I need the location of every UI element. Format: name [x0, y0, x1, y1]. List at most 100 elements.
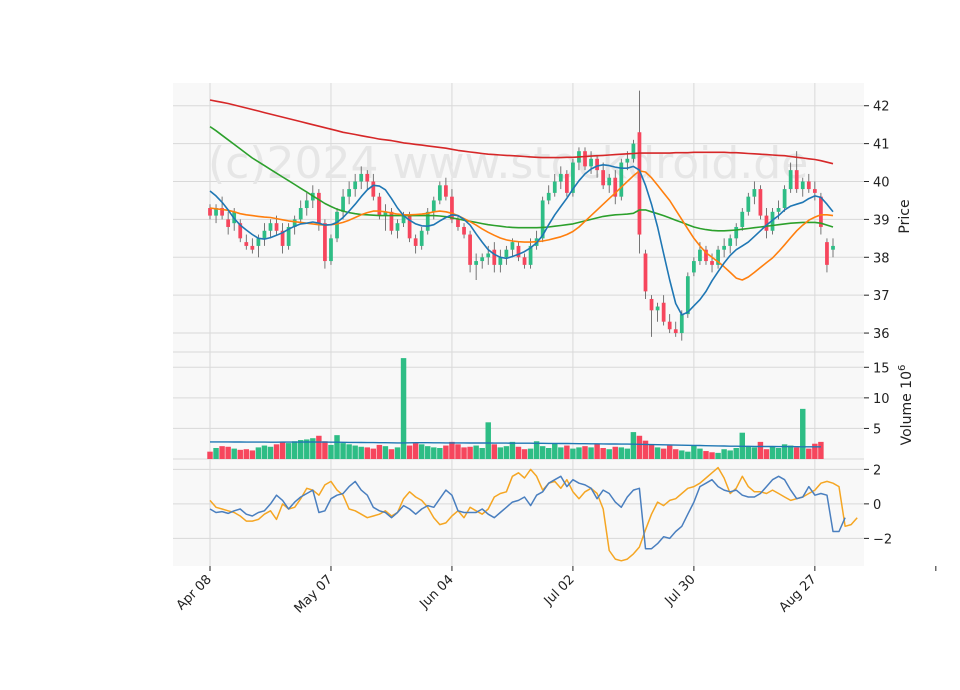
volume-bar: [273, 444, 280, 459]
candle-body: [685, 276, 690, 315]
candle-body: [431, 200, 436, 212]
candle-body: [625, 158, 630, 163]
volume-bar: [648, 444, 655, 459]
candle-body: [504, 249, 509, 258]
candle-body: [304, 200, 309, 209]
volume-bar: [612, 446, 618, 459]
candle-body: [268, 223, 273, 231]
volume-bar: [328, 444, 334, 459]
watermark: (c)2024 www.stockdroid.de: [208, 138, 808, 189]
volume-bar: [340, 443, 346, 459]
candle-body: [758, 189, 763, 216]
candle-body: [371, 181, 376, 197]
volume-bar: [793, 447, 800, 459]
volume-bar: [582, 446, 588, 459]
volume-axis-title: Volume 106: [897, 365, 915, 446]
candle-body: [347, 189, 351, 197]
candle-body: [649, 298, 654, 311]
candle-body: [419, 230, 424, 246]
volume-bar: [527, 448, 534, 459]
candle-body: [498, 257, 503, 265]
x-tick-label: May 07: [292, 572, 336, 616]
candle-body: [698, 249, 702, 262]
volume-bar: [715, 452, 721, 459]
volume-bar: [606, 449, 612, 459]
volume-bar: [207, 451, 213, 459]
candle-body: [607, 177, 612, 186]
candle-body: [655, 306, 660, 311]
oscillator-y-tick-label: −2: [873, 532, 892, 547]
candle-body: [298, 208, 303, 220]
candle-body: [456, 219, 460, 227]
volume-bar: [545, 447, 552, 459]
volume-axis-unit-exp: 6: [897, 365, 908, 371]
candle-body: [256, 238, 261, 246]
volume-bar: [279, 441, 286, 459]
candle-body: [323, 223, 327, 262]
volume-bar: [382, 446, 389, 459]
volume-bar: [594, 444, 600, 459]
volume-y-tick-label: 15: [873, 361, 890, 376]
volume-bar: [473, 445, 479, 459]
volume-bar: [703, 451, 709, 459]
volume-axis-unit-base: 10: [899, 371, 915, 389]
volume-bar: [757, 441, 764, 459]
volume-bar: [334, 435, 340, 459]
price-y-tick-label: 40: [873, 176, 890, 191]
candle-body: [444, 185, 448, 197]
candle-body: [740, 211, 745, 227]
candle-body: [643, 253, 648, 292]
volume-bar: [370, 448, 377, 459]
candle-body: [522, 257, 527, 265]
candle-body: [395, 223, 400, 231]
candle-body: [583, 151, 587, 167]
candle-body: [806, 181, 811, 190]
candle-body: [734, 226, 739, 239]
volume-bar: [352, 445, 358, 459]
stock-chart: (c)2024 www.stockdroid.de 36 37 38 39 40 41 42…: [173, 83, 937, 616]
candle-body: [341, 196, 345, 212]
candle-body: [788, 170, 793, 190]
candle-body: [486, 253, 491, 258]
volume-bar: [654, 447, 661, 459]
oscillator-y-tick-label: 2: [873, 463, 881, 478]
volume-y-tick-label: 10: [873, 392, 890, 407]
volume-bar: [733, 447, 739, 459]
candle-body: [794, 170, 799, 190]
candle-body: [546, 192, 551, 201]
volume-bar: [564, 445, 570, 459]
volume-bar: [455, 444, 461, 459]
candle-body: [389, 211, 394, 231]
candle-body: [437, 185, 442, 201]
volume-bar: [479, 447, 485, 459]
candle-body: [800, 181, 805, 190]
candle-body: [812, 189, 817, 193]
volume-bar: [497, 447, 504, 459]
volume-bar: [219, 446, 225, 459]
volume-bar: [618, 447, 625, 459]
candle-body: [262, 230, 267, 239]
candle-body: [316, 192, 321, 224]
volume-bar: [431, 447, 437, 459]
volume-bar: [800, 408, 806, 459]
price-y-tick-label: 38: [873, 251, 890, 266]
candle-body: [728, 238, 733, 246]
volume-bar: [509, 441, 516, 459]
volume-bar: [400, 358, 407, 459]
volume-bar: [691, 445, 697, 459]
volume-bar: [515, 446, 522, 459]
volume-bar: [449, 441, 455, 459]
candle-body: [667, 321, 672, 330]
candle-body: [776, 208, 781, 212]
price-y-tick-label: 36: [873, 327, 890, 342]
volume-bar: [727, 450, 733, 459]
volume-bar: [243, 449, 250, 459]
volume-bar: [376, 444, 383, 459]
candle-body: [335, 211, 339, 239]
candle-body: [595, 158, 599, 171]
candle-body: [425, 211, 430, 231]
x-tick-label: Jul 30: [662, 572, 699, 609]
volume-bar: [406, 445, 413, 459]
volume-bar: [812, 443, 818, 459]
volume-bar: [818, 441, 824, 459]
